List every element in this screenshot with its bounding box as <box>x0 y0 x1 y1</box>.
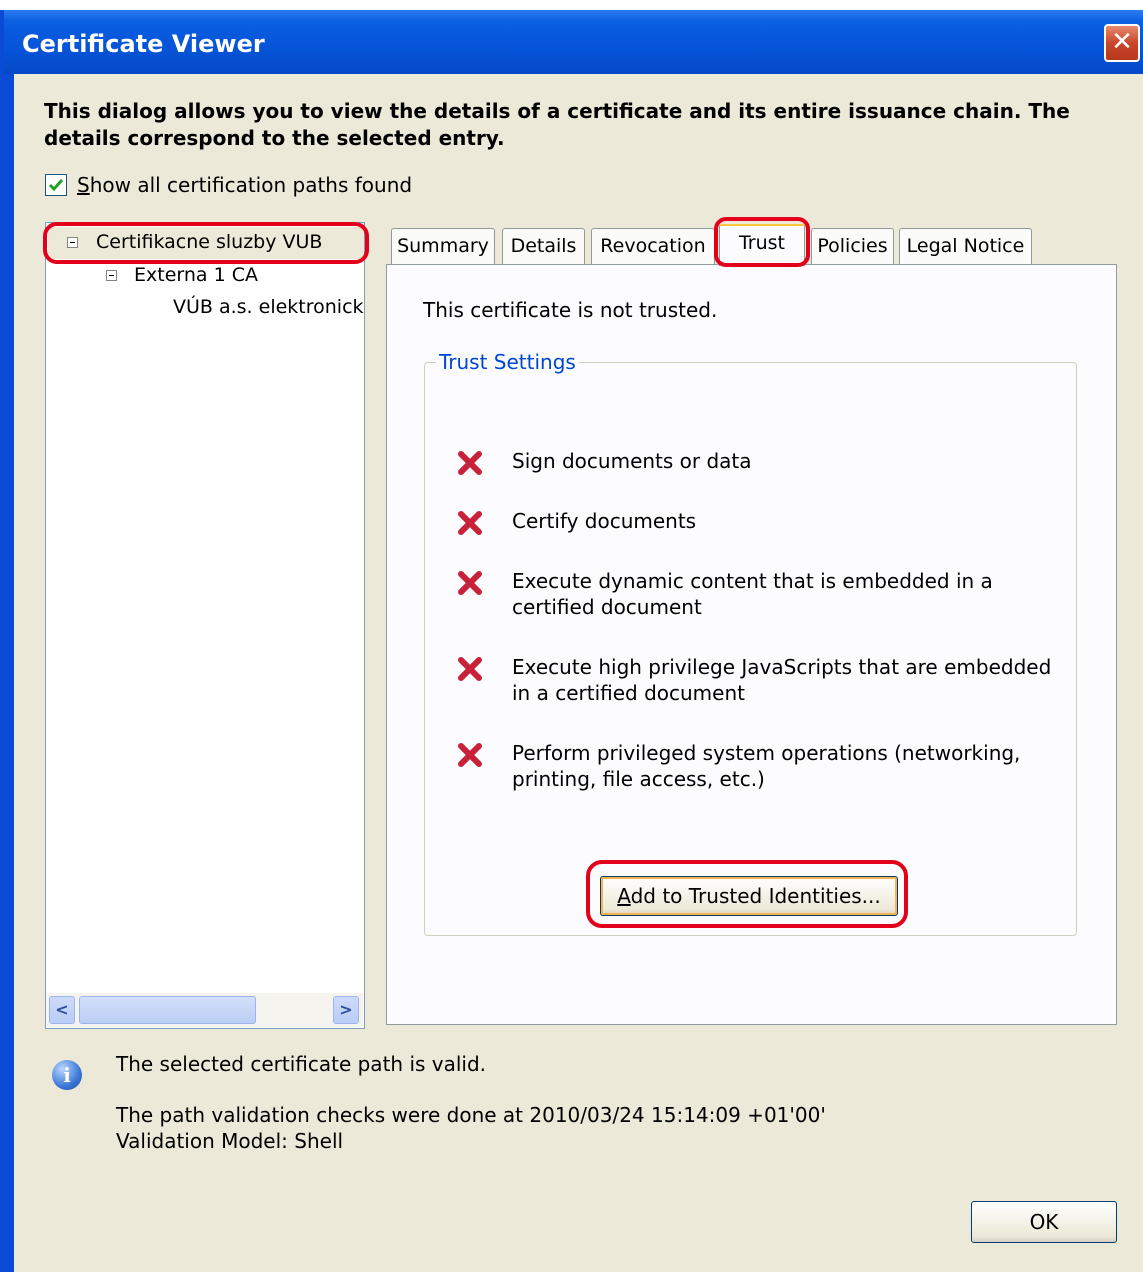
red-x-icon <box>458 571 482 595</box>
permission-certify-documents: Certify documents <box>512 509 697 533</box>
tab-trust[interactable]: Trust <box>719 224 805 266</box>
tree-item-root[interactable]: Certifikacne sluzby VUB <box>96 231 322 253</box>
tree-item-intermediate[interactable]: Externa 1 CA <box>134 264 258 286</box>
validation-model-text: Validation Model: Shell <box>116 1129 344 1153</box>
red-x-icon <box>458 743 482 767</box>
tab-summary[interactable]: Summary <box>391 228 495 264</box>
scroll-thumb[interactable] <box>79 996 256 1024</box>
tab-revocation[interactable]: Revocation <box>591 228 715 264</box>
permission-javascript: Execute high privilege JavaScripts that … <box>512 655 1052 705</box>
window-title: Certificate Viewer <box>22 30 265 58</box>
scroll-right-icon[interactable]: > <box>333 996 359 1024</box>
trust-status-text: This certificate is not trusted. <box>423 298 718 322</box>
checkmark-icon <box>48 179 64 192</box>
permission-system-operations: Perform privileged system operations (ne… <box>512 741 1021 791</box>
trust-settings-label: Trust Settings <box>436 350 579 374</box>
ok-button[interactable]: OK <box>971 1201 1117 1243</box>
permission-dynamic-content: Execute dynamic content that is embedded… <box>512 569 993 619</box>
tab-policies[interactable]: Policies <box>811 228 894 264</box>
show-all-paths-checkbox[interactable] <box>45 174 67 196</box>
permission-sign-documents: Sign documents or data <box>512 449 752 473</box>
scroll-left-icon[interactable]: < <box>49 996 75 1024</box>
tab-legal-notice[interactable]: Legal Notice <box>899 228 1032 264</box>
add-to-trusted-identities-button[interactable]: Add to Trusted Identities... <box>600 876 898 916</box>
info-icon: i <box>52 1060 82 1090</box>
red-x-icon <box>458 657 482 681</box>
certificate-tree[interactable]: Certifikacne sluzby VUB Externa 1 CA VÚB… <box>45 222 365 1029</box>
validation-time-text: The path validation checks were done at … <box>116 1103 826 1127</box>
tab-details[interactable]: Details <box>502 228 585 264</box>
dialog-description: This dialog allows you to view the detai… <box>44 99 1070 150</box>
red-x-icon <box>458 511 482 535</box>
close-icon[interactable]: ✕ <box>1104 24 1140 62</box>
show-all-paths-label[interactable]: Show all certification paths found <box>77 173 412 197</box>
red-x-icon <box>458 451 482 475</box>
path-valid-text: The selected certificate path is valid. <box>116 1052 487 1076</box>
tree-horizontal-scrollbar[interactable]: < > <box>47 993 363 1027</box>
collapse-icon[interactable] <box>106 270 117 281</box>
tree-item-leaf[interactable]: VÚB a.s. elektronick <box>173 296 364 318</box>
collapse-icon[interactable] <box>67 237 78 248</box>
